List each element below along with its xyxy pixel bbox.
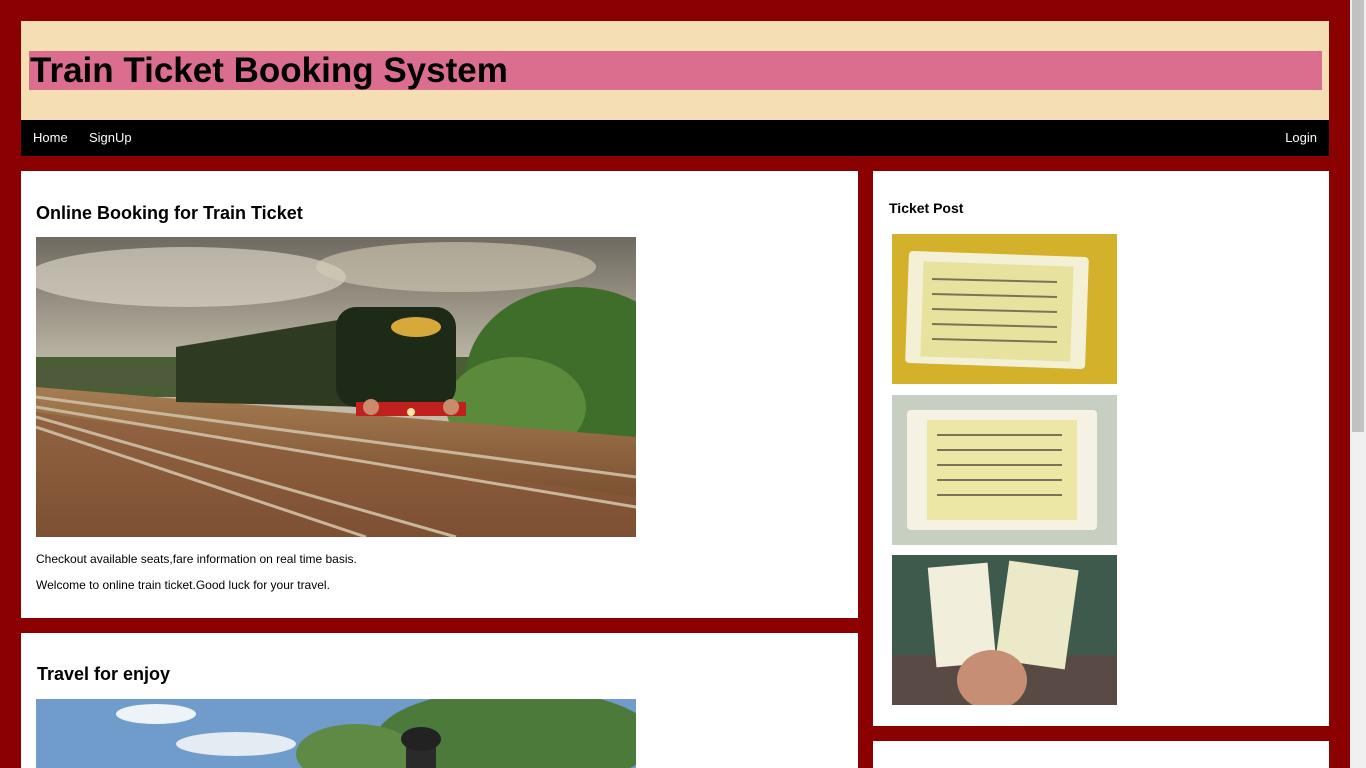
scrollbar-thumb[interactable] (1352, 0, 1364, 432)
ticket-image (892, 555, 1117, 705)
scrollbar[interactable] (1350, 0, 1366, 768)
nav-bar: Home SignUp Login (21, 120, 1329, 156)
post-text-line: Welcome to online train ticket.Good luck… (36, 578, 330, 592)
nav-login-link[interactable]: Login (1285, 120, 1317, 156)
train-landscape-image (36, 699, 636, 768)
post-title: Online Booking for Train Ticket (36, 203, 303, 223)
site-title: Train Ticket Booking System (29, 51, 1322, 90)
post-title: Travel for enjoy (37, 664, 171, 684)
ticket-image (892, 234, 1117, 384)
post-text-line: Checkout available seats,fare informatio… (36, 552, 357, 566)
site-header: Train Ticket Booking System (21, 21, 1329, 120)
ticket-image (892, 395, 1117, 545)
ticket-post-title: Ticket Post (889, 200, 964, 216)
steam-train-image (36, 237, 636, 537)
ticket-post-panel: Ticket Post (873, 171, 1329, 726)
nav-home-link[interactable]: Home (33, 120, 68, 156)
post-online-booking: Online Booking for Train Ticket Checkout… (21, 171, 858, 618)
post-travel-enjoy: Travel for enjoy (21, 633, 858, 768)
page-header-area: Train Ticket Booking System Home SignUp … (21, 21, 1329, 156)
sidebar-panel-2 (873, 741, 1329, 768)
nav-signup-link[interactable]: SignUp (89, 120, 132, 156)
